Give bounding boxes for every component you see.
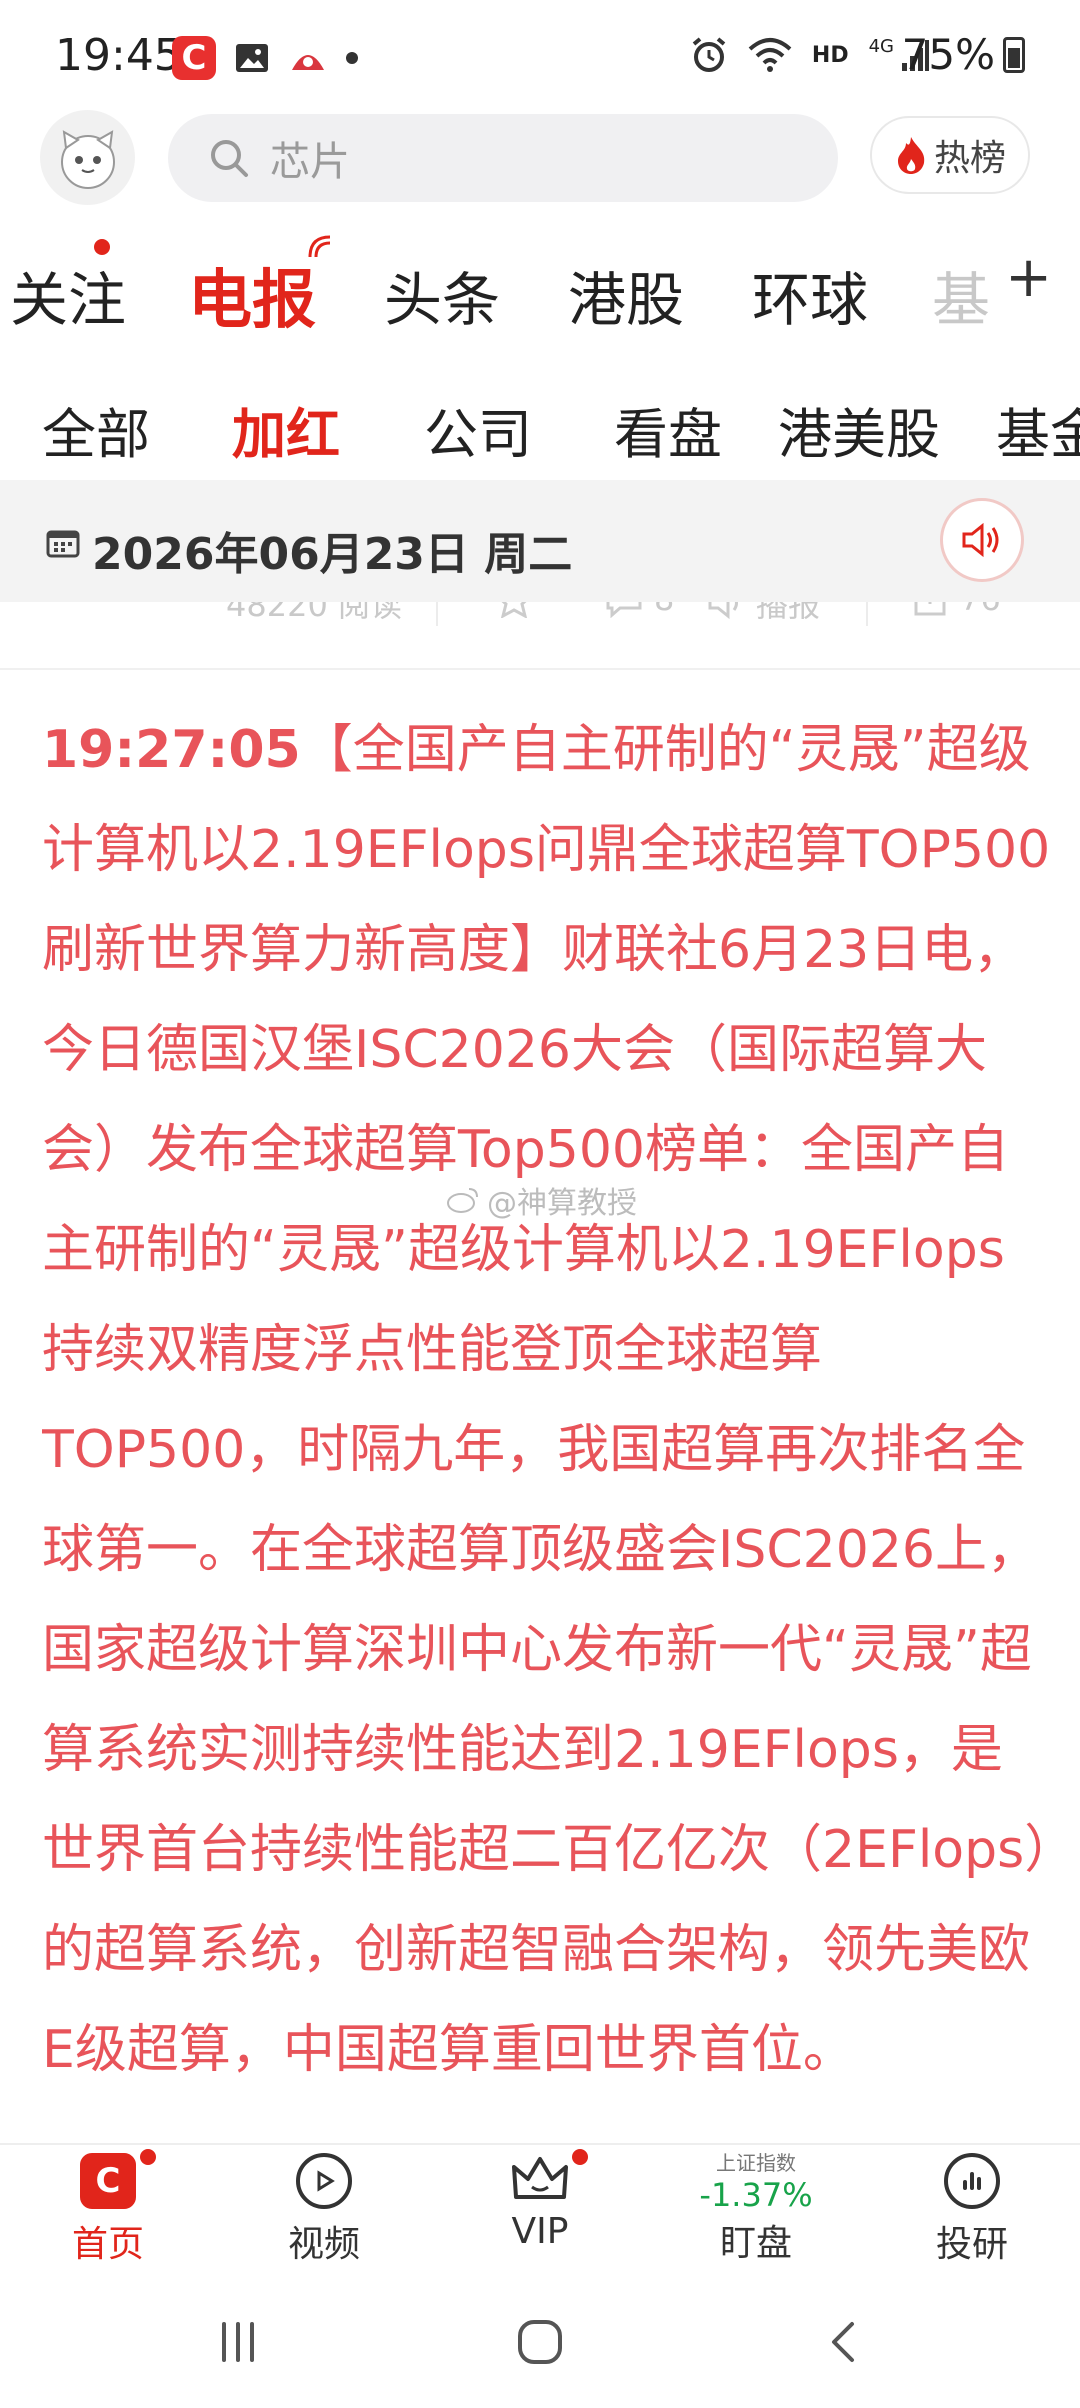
nav-home-label: 首页 bbox=[71, 2224, 144, 2265]
watermark-text: @神算教授 bbox=[487, 1186, 637, 1221]
crown-icon bbox=[512, 2157, 568, 2199]
tab-headlines[interactable]: 头条 bbox=[384, 253, 500, 337]
more-notifications-icon bbox=[346, 52, 358, 64]
subtab-all[interactable]: 全部 bbox=[42, 390, 150, 469]
battery-level: 75% bbox=[901, 30, 995, 79]
index-change: -1.37% bbox=[699, 2176, 813, 2214]
nav-video-label: 视频 bbox=[287, 2224, 360, 2265]
index-name: 上证指数 bbox=[716, 2151, 796, 2175]
nav-vip-label: VIP bbox=[511, 2211, 569, 2252]
date-label: 2026年06月23日 周二 bbox=[92, 529, 573, 580]
subtab-fund[interactable]: 基金 bbox=[996, 390, 1080, 469]
add-channel-icon[interactable]: + bbox=[1005, 245, 1052, 310]
avatar-cat-icon bbox=[60, 129, 115, 189]
back-icon[interactable] bbox=[820, 2318, 868, 2366]
home-button-icon[interactable] bbox=[514, 2316, 566, 2368]
nav-research[interactable]: 投研 bbox=[902, 2153, 1042, 2267]
network-type: HD bbox=[811, 42, 849, 68]
nav-research-label: 投研 bbox=[935, 2224, 1008, 2265]
wifi-icon bbox=[748, 38, 792, 72]
research-chart-icon bbox=[944, 2153, 1000, 2209]
alarm-icon bbox=[692, 37, 726, 72]
tab-fund[interactable]: 基 bbox=[932, 253, 990, 337]
home-badge bbox=[140, 2149, 156, 2165]
tab-follow[interactable]: 关注 bbox=[10, 253, 126, 337]
cailian-app-icon: C bbox=[172, 36, 216, 80]
watermark: @神算教授 bbox=[445, 1178, 637, 1222]
audio-broadcast-button[interactable] bbox=[940, 498, 1024, 582]
status-bar: 19:45 C HD 4G 75% bbox=[0, 0, 1080, 110]
flame-icon bbox=[897, 137, 925, 174]
recents-icon[interactable] bbox=[214, 2318, 262, 2366]
weibo-icon bbox=[447, 1188, 478, 1213]
screen: { "status_bar": { "time": "19:45", "netw… bbox=[0, 0, 1080, 2408]
channel-tabs: 关注 电报 头条 港股 环球 基 + bbox=[0, 235, 1080, 345]
gallery-icon bbox=[236, 44, 268, 72]
telegraph-article[interactable]: 19:27:05【全国产自主研制的“灵晟”超级计算机以2.19EFlops问鼎全… bbox=[42, 700, 1052, 2142]
subtab-company[interactable]: 公司 bbox=[424, 390, 532, 469]
article-time: 19:27:05 bbox=[42, 720, 301, 780]
calendar-icon bbox=[46, 530, 80, 558]
speaker-icon bbox=[962, 522, 999, 558]
app-header: 芯片 热榜 bbox=[0, 110, 1080, 240]
hot-list-button[interactable]: 热榜 bbox=[870, 116, 1030, 194]
tab-hk-stocks[interactable]: 港股 bbox=[568, 253, 684, 337]
subtab-hk-us[interactable]: 港美股 bbox=[778, 390, 940, 469]
nav-vip[interactable]: VIP bbox=[470, 2153, 610, 2252]
subtab-market-watch[interactable]: 看盘 bbox=[614, 390, 722, 469]
signal-type: 4G bbox=[868, 35, 894, 57]
article-body: 【全国产自主研制的“灵晟”超级计算机以2.19EFlops问鼎全球超算TOP50… bbox=[42, 720, 1051, 2080]
search-icon bbox=[211, 140, 248, 177]
search-bar[interactable]: 芯片 bbox=[168, 114, 838, 202]
search-placeholder: 芯片 bbox=[270, 139, 350, 185]
tab-global[interactable]: 环球 bbox=[752, 253, 868, 337]
sub-tabs: 全部 加红 公司 看盘 港美股 基金 bbox=[0, 375, 1080, 475]
avatar[interactable] bbox=[40, 110, 135, 205]
notification-icon bbox=[292, 55, 324, 70]
nav-home[interactable]: C 首页 bbox=[38, 2153, 178, 2267]
home-icon: C bbox=[80, 2153, 136, 2209]
system-nav-bar bbox=[0, 2278, 1080, 2408]
video-icon bbox=[296, 2153, 352, 2209]
vip-badge bbox=[572, 2149, 588, 2165]
bottom-nav: C 首页 视频 VIP 上证指数 -1.37% 盯盘 投研 bbox=[0, 2143, 1080, 2278]
nav-market-label: 盯盘 bbox=[719, 2223, 792, 2264]
status-time: 19:45 bbox=[55, 30, 182, 81]
live-signal-icon bbox=[308, 235, 331, 258]
date-bar: 2026年06月23日 周二 bbox=[0, 480, 1080, 602]
follow-badge bbox=[94, 239, 110, 255]
nav-video[interactable]: 视频 bbox=[254, 2153, 394, 2267]
nav-market-watch[interactable]: 上证指数 -1.37% 盯盘 bbox=[686, 2147, 826, 2266]
battery-icon bbox=[1003, 36, 1025, 73]
tab-telegraph[interactable]: 电报 bbox=[188, 249, 316, 341]
hot-list-label: 热榜 bbox=[933, 138, 1006, 179]
subtab-red[interactable]: 加红 bbox=[232, 390, 340, 469]
